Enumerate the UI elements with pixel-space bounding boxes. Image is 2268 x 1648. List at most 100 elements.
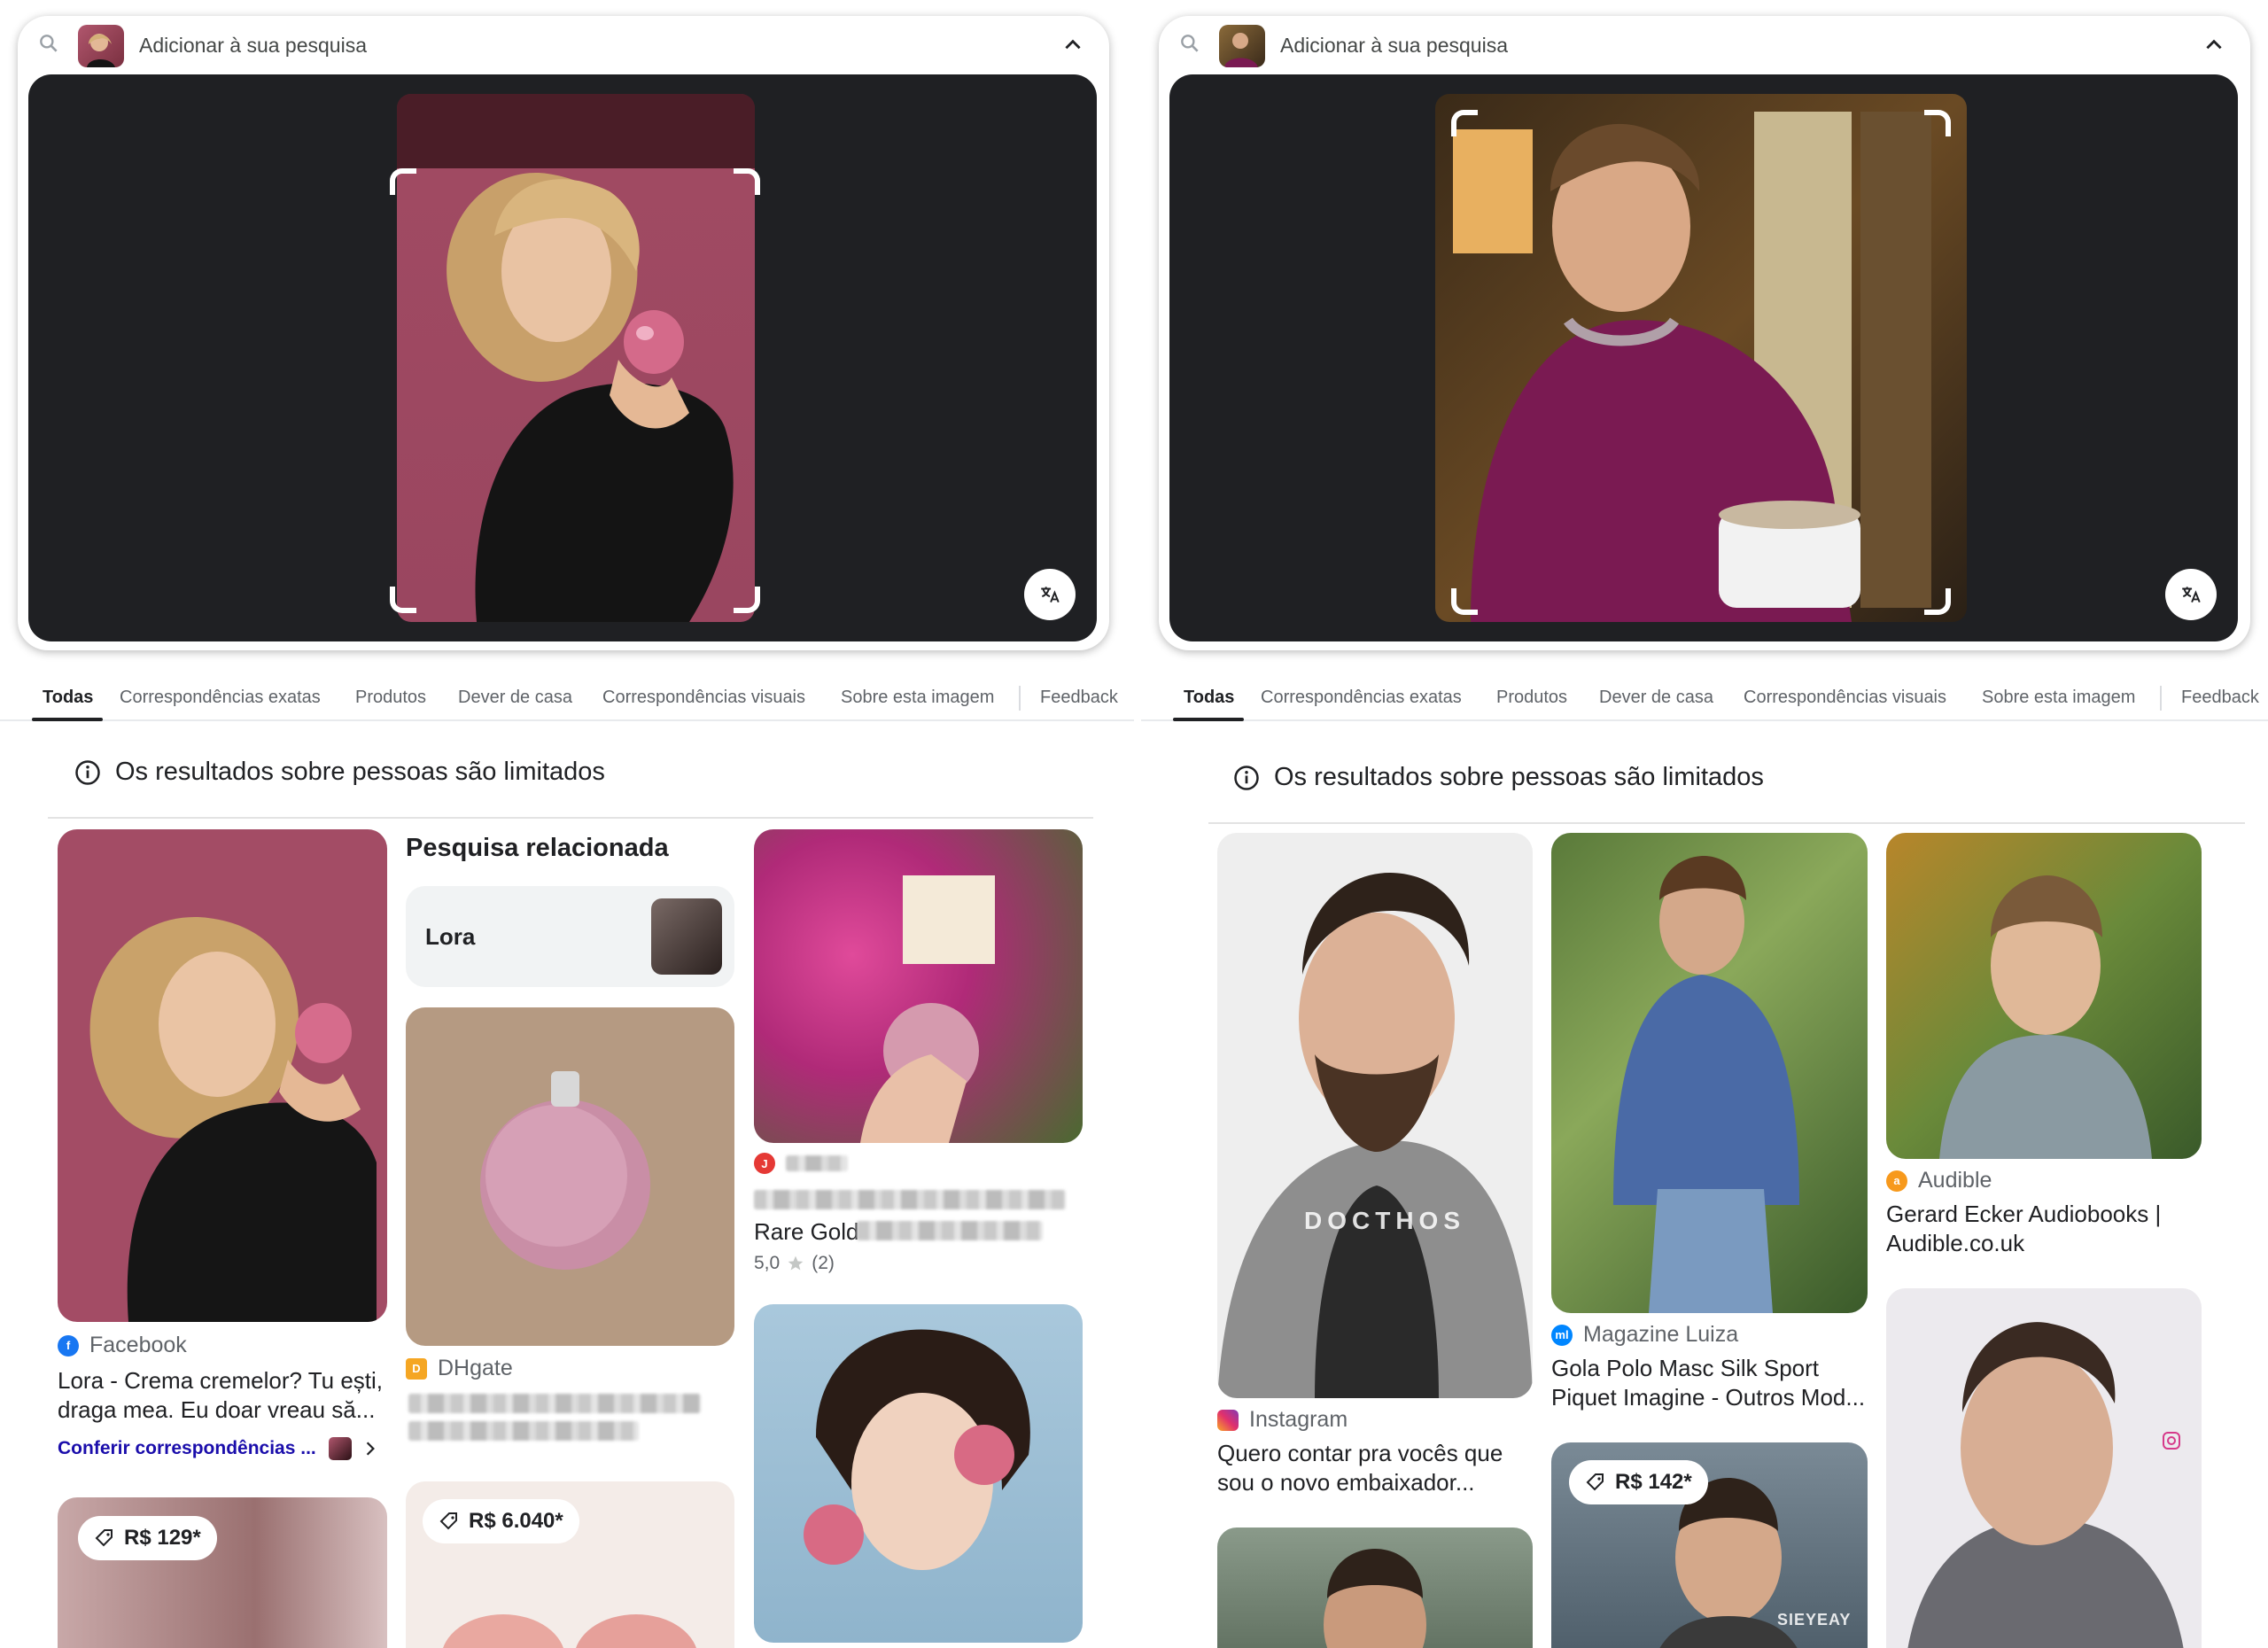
tab-todas[interactable]: Todas: [1184, 688, 1234, 708]
search-icon[interactable]: [1178, 32, 1201, 55]
result-title[interactable]: Quero contar pra vocês que sou o novo em…: [1217, 1439, 1536, 1497]
magazine-luiza-icon: ml: [1551, 1324, 1573, 1346]
related-search-chip[interactable]: Lora: [406, 886, 734, 987]
tab-feedback[interactable]: Feedback: [2181, 688, 2259, 708]
crop-handle-bottom-left[interactable]: [390, 587, 416, 613]
people-results-notice: Os resultados sobre pessoas são limitado…: [1233, 763, 1764, 792]
price-badge: R$ 129*: [78, 1516, 217, 1560]
crop-handle-bottom-right[interactable]: [734, 587, 760, 613]
result-image[interactable]: [754, 1304, 1083, 1643]
result-source[interactable]: f Facebook: [58, 1333, 187, 1358]
divider: [1208, 822, 2245, 824]
search-icon[interactable]: [37, 32, 60, 55]
see-matches-label[interactable]: Conferir correspondências ...: [58, 1438, 316, 1459]
tag-icon: [1586, 1473, 1604, 1491]
result-title[interactable]: Rare Gold: [754, 1217, 859, 1247]
blurred-text: [857, 1221, 1043, 1240]
image-viewer: [1169, 74, 2238, 641]
crop-handle-top-left[interactable]: [1451, 110, 1478, 136]
query-thumbnail[interactable]: [1219, 25, 1265, 67]
result-image[interactable]: [1217, 1528, 1533, 1648]
source-name: Instagram: [1249, 1407, 1348, 1432]
source-name: DHgate: [438, 1356, 513, 1380]
search-bar[interactable]: Adicionar à sua pesquisa: [18, 16, 1109, 74]
result-source[interactable]: Instagram: [1217, 1407, 1348, 1433]
tab-visual-matches[interactable]: Correspondências visuais: [602, 688, 805, 708]
price-value: R$ 6.040*: [469, 1509, 563, 1533]
search-card: Adicionar à sua pesquisa: [18, 16, 1109, 650]
chevron-up-icon[interactable]: [1061, 34, 1084, 57]
result-image[interactable]: [1886, 833, 2202, 1159]
people-results-notice: Os resultados sobre pessoas são limitado…: [74, 758, 605, 787]
query-thumbnail[interactable]: [78, 25, 124, 67]
active-tab-underline: [1173, 718, 1244, 721]
crop-handle-top-left[interactable]: [390, 168, 416, 195]
tab-about-image[interactable]: Sobre esta imagem: [841, 688, 994, 708]
source-name: Audible: [1918, 1168, 1992, 1193]
translate-button[interactable]: [2165, 569, 2217, 620]
tab-products[interactable]: Produtos: [355, 688, 426, 708]
result-image[interactable]: [1551, 833, 1868, 1313]
tab-exact-matches[interactable]: Correspondências exatas: [1261, 688, 1462, 708]
tab-products[interactable]: Produtos: [1496, 688, 1567, 708]
search-placeholder[interactable]: Adicionar à sua pesquisa: [139, 34, 367, 58]
related-search-label: Lora: [425, 923, 476, 950]
query-photo: [1435, 94, 1967, 622]
tab-homework[interactable]: Dever de casa: [458, 688, 572, 708]
crop-handle-bottom-right[interactable]: [1924, 588, 1951, 615]
translate-icon: [2182, 587, 2201, 603]
blurred-text: [786, 1155, 848, 1171]
blurred-text: [754, 1190, 1066, 1209]
tab-divider: [1019, 686, 1021, 711]
dhgate-icon: D: [406, 1357, 427, 1380]
result-source[interactable]: D DHgate: [406, 1356, 513, 1381]
tab-feedback[interactable]: Feedback: [1040, 688, 1118, 708]
search-placeholder[interactable]: Adicionar à sua pesquisa: [1280, 34, 1508, 58]
related-search-heading: Pesquisa relacionada: [406, 834, 669, 862]
left-panel: Adicionar à sua pesquisa Todas Correspon…: [0, 0, 1134, 1648]
translate-icon: [1041, 587, 1060, 603]
price-badge: R$ 142*: [1569, 1460, 1708, 1504]
active-tab-underline: [32, 718, 103, 721]
source-favicon: J: [754, 1153, 775, 1174]
result-title[interactable]: Gerard Ecker Audiobooks | Audible.co.uk: [1886, 1200, 2205, 1258]
translate-button[interactable]: [1024, 569, 1076, 620]
facebook-icon: f: [58, 1334, 79, 1356]
result-tabs: Todas Correspondências exatas Produtos D…: [1141, 668, 2268, 721]
tab-todas[interactable]: Todas: [43, 688, 93, 708]
result-title[interactable]: Lora - Crema cremelor? Tu ești, draga me…: [58, 1366, 394, 1425]
chevron-up-icon[interactable]: [2202, 34, 2225, 57]
tab-exact-matches[interactable]: Correspondências exatas: [120, 688, 321, 708]
see-matches-link[interactable]: Conferir correspondências ...: [58, 1437, 377, 1460]
image-viewer: [28, 74, 1097, 641]
result-image[interactable]: [1886, 1288, 2202, 1648]
source-name: Magazine Luiza: [1583, 1322, 1739, 1347]
right-panel: Adicionar à sua pesquisa Todas Correspon…: [1141, 0, 2268, 1648]
result-source[interactable]: a Audible: [1886, 1168, 1992, 1193]
blurred-text: [408, 1421, 639, 1441]
instagram-icon: [1217, 1409, 1239, 1431]
result-source[interactable]: ml Magazine Luiza: [1551, 1322, 1738, 1348]
notice-text: Os resultados sobre pessoas são limitado…: [115, 758, 605, 786]
crop-handle-bottom-left[interactable]: [1451, 588, 1478, 615]
result-image[interactable]: [58, 829, 387, 1322]
crop-handle-top-right[interactable]: [734, 168, 760, 195]
chevron-right-icon: [366, 1442, 375, 1456]
tab-about-image[interactable]: Sobre esta imagem: [1982, 688, 2135, 708]
rating: 5,0 (2): [754, 1253, 835, 1274]
info-icon: [75, 759, 100, 785]
tab-homework[interactable]: Dever de casa: [1599, 688, 1713, 708]
info-icon: [1234, 765, 1259, 790]
tab-divider: [2160, 686, 2162, 711]
tab-visual-matches[interactable]: Correspondências visuais: [1744, 688, 1946, 708]
notice-text: Os resultados sobre pessoas são limitado…: [1274, 763, 1764, 791]
result-source[interactable]: J: [754, 1153, 848, 1174]
result-image[interactable]: [754, 829, 1083, 1143]
crop-handle-top-right[interactable]: [1924, 110, 1951, 136]
related-thumbnail: [651, 898, 722, 975]
result-title[interactable]: Gola Polo Masc Silk Sport Piquet Imagine…: [1551, 1354, 1875, 1412]
audible-icon: a: [1886, 1170, 1907, 1192]
search-bar[interactable]: Adicionar à sua pesquisa: [1159, 16, 2250, 74]
result-image[interactable]: DOCTHOS: [1217, 833, 1533, 1398]
result-image[interactable]: [406, 1007, 734, 1346]
